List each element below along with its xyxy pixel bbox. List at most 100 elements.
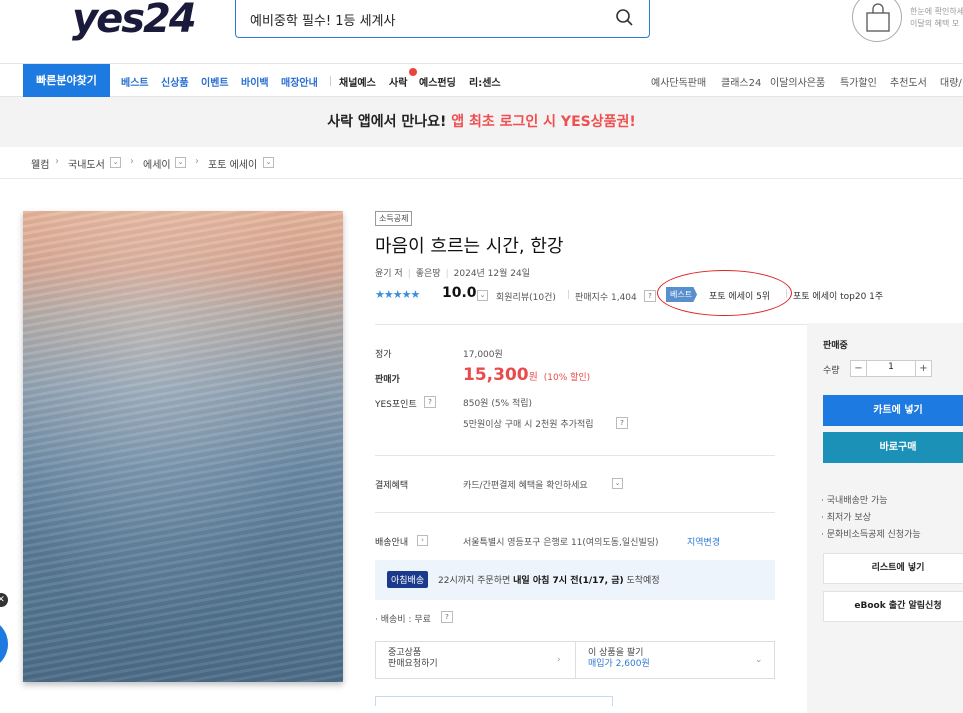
- purchase-panel: 판매중 수량 − 1 + 카트에 넣기 바로구매 · 국내배송만 가능 · 최저…: [807, 323, 963, 713]
- chevron-right-icon: ›: [130, 156, 134, 167]
- note-domestic: · 국내배송만 가능: [821, 496, 888, 506]
- nav-exclusive[interactable]: 예사단독판매: [651, 74, 706, 89]
- breadcrumb-photo-essay[interactable]: 포토 에세이: [208, 156, 257, 171]
- nav-store[interactable]: 매장안내: [281, 74, 318, 89]
- quantity-label: 수량: [823, 366, 840, 376]
- review-count[interactable]: 회원리뷰(10건): [496, 290, 556, 303]
- nav-bulk[interactable]: 대량/: [940, 74, 962, 89]
- pub-date: 2024년 12월 24일: [453, 269, 531, 279]
- help-icon[interactable]: ?: [644, 290, 656, 302]
- publisher-link[interactable]: 좋은땅: [416, 269, 441, 279]
- nav-funding[interactable]: 예스펀딩: [419, 74, 456, 89]
- search-box[interactable]: 예비중학 필수! 1등 세계사: [235, 0, 650, 38]
- divider: [375, 324, 807, 325]
- chevron-down-icon[interactable]: ⌄: [175, 157, 186, 168]
- product-title: 마음이 흐르는 시간, 한강: [375, 236, 564, 257]
- search-icon[interactable]: [615, 8, 635, 28]
- help-icon[interactable]: ?: [424, 396, 436, 408]
- chevron-down-icon[interactable]: ⌄: [612, 478, 623, 489]
- book-cover-image[interactable]: [23, 211, 343, 682]
- list-price: 17,000원: [463, 350, 503, 360]
- cart-promo: 한눈에 확인하세 이달의 혜택 모: [910, 7, 963, 28]
- used-sell-box: 중고상품 판매요청하기 › 이 상품을 팔기 매입가 2,600원 ⌄: [375, 641, 775, 679]
- nav-class24[interactable]: 클래스24: [721, 74, 761, 89]
- sale-price: 15,300원 (10% 할인): [463, 365, 591, 385]
- help-icon[interactable]: ?: [616, 417, 628, 429]
- plus-icon[interactable]: +: [915, 361, 931, 376]
- chevron-down-icon: ⌄: [755, 655, 763, 665]
- highlight-circle-annotation: [657, 270, 792, 316]
- cart-button[interactable]: [852, 0, 902, 42]
- chevron-right-icon[interactable]: ›: [417, 535, 428, 546]
- help-icon[interactable]: ?: [441, 611, 453, 623]
- breadcrumb-essay[interactable]: 에세이: [143, 156, 171, 171]
- shipping-address: 서울특별시 영등포구 은행로 11(여의도동,일신빌딩): [463, 538, 659, 548]
- shipping-fee: · 배송비 : 무료: [375, 615, 431, 625]
- morning-delivery-box: 아침배송 22시까지 주문하면 내일 아침 7시 전(1/17, 금) 도착예정: [375, 560, 775, 600]
- close-icon[interactable]: ✕: [0, 593, 8, 607]
- note-lowest-price: · 최저가 보상: [821, 513, 871, 523]
- quantity-stepper[interactable]: − 1 +: [850, 360, 932, 377]
- nav-new[interactable]: 신상품: [161, 74, 189, 89]
- chevron-right-icon: ›: [195, 156, 199, 167]
- tax-deduction-badge: 소득공제: [375, 211, 413, 226]
- add-to-list-button[interactable]: 리스트에 넣기: [823, 553, 963, 584]
- product-meta: 윤기 저 | 좋은땅 | 2024년 12월 24일: [375, 269, 531, 279]
- new-badge-icon: [409, 68, 417, 76]
- sell-item-button[interactable]: 이 상품을 팔기 매입가 2,600원: [588, 648, 650, 670]
- banner-highlight: 앱 최초 로그인 시 YES상품권!: [451, 114, 636, 130]
- chevron-down-icon[interactable]: ⌄: [263, 157, 274, 168]
- nav-event[interactable]: 이벤트: [201, 74, 229, 89]
- nav-recommend[interactable]: 추천도서: [890, 74, 927, 89]
- quick-category-button[interactable]: 빠른분야찾기: [23, 64, 110, 97]
- morning-delivery-text: 22시까지 주문하면 내일 아침 7시 전(1/17, 금) 도착예정: [438, 576, 660, 586]
- chevron-down-icon[interactable]: ⌄: [110, 157, 121, 168]
- nav-special[interactable]: 특가할인: [840, 74, 877, 89]
- floating-side-button[interactable]: [0, 618, 8, 670]
- divider: [575, 642, 576, 678]
- sales-index: 판매지수 1,404: [575, 293, 637, 303]
- ebook-alert-button[interactable]: eBook 출간 알림신청: [823, 591, 963, 622]
- rating-score: 10.0: [442, 285, 477, 301]
- sale-price-label: 판매가: [375, 375, 400, 385]
- points-extra: 5만원이상 구매 시 2천원 추가적립: [463, 420, 594, 430]
- nav-divider: [330, 76, 331, 86]
- quantity-input[interactable]: 1: [867, 362, 915, 372]
- banner-text: 사락 앱에서 만나요!: [327, 114, 452, 130]
- chevron-down-icon[interactable]: ⌄: [477, 290, 488, 301]
- chevron-right-icon: ›: [557, 655, 561, 665]
- nav-buyback[interactable]: 바이백: [241, 74, 269, 89]
- region-change-link[interactable]: 지역변경: [687, 535, 720, 548]
- add-to-cart-button[interactable]: 카트에 넣기: [823, 395, 963, 426]
- yes24-logo[interactable]: yes24: [72, 0, 197, 42]
- top20-rank[interactable]: 포토 에세이 top20 1주: [793, 289, 883, 302]
- divider: [375, 512, 775, 513]
- list-price-label: 정가: [375, 350, 392, 360]
- used-request-button[interactable]: 중고상품 판매요청하기: [388, 648, 438, 670]
- note-culture-deduction: · 문화비소득공제 신청가능: [821, 530, 921, 540]
- nav-sarak[interactable]: 사락: [389, 74, 407, 89]
- nav-channelyes[interactable]: 채널예스: [339, 74, 376, 89]
- global-nav: 빠른분야찾기 베스트 신상품 이벤트 바이백 매장안내 채널예스 사락 예스펀딩…: [0, 63, 963, 97]
- benefit-text[interactable]: 카드/간편결제 혜택을 확인하세요: [463, 478, 588, 491]
- author-link[interactable]: 윤기 저: [375, 269, 403, 279]
- rating-stars-icon: ★★★★★: [375, 288, 420, 301]
- chevron-right-icon: ›: [55, 156, 59, 167]
- breadcrumb-domestic[interactable]: 국내도서: [68, 156, 105, 171]
- sale-status: 판매중: [823, 341, 848, 351]
- points-value: 850원 (5% 적립): [463, 399, 533, 409]
- minus-icon[interactable]: −: [851, 361, 867, 376]
- nav-best[interactable]: 베스트: [121, 74, 149, 89]
- shipping-label: 배송안내: [375, 538, 409, 548]
- breadcrumb-home[interactable]: 웰컴: [31, 156, 49, 171]
- buy-now-button[interactable]: 바로구매: [823, 432, 963, 463]
- shopping-bag-icon: [866, 3, 890, 32]
- morning-delivery-badge: 아침배송: [387, 571, 429, 588]
- search-input[interactable]: 예비중학 필수! 1등 세계사: [250, 10, 395, 29]
- promo-banner[interactable]: 사락 앱에서 만나요! 앱 최초 로그인 시 YES상품권!: [0, 97, 963, 147]
- nav-license[interactable]: 리:센스: [469, 74, 501, 89]
- nav-gift[interactable]: 이달의사은품: [770, 74, 825, 89]
- divider: [375, 455, 775, 456]
- benefit-label: 결제혜택: [375, 481, 409, 491]
- divider: |: [567, 290, 571, 300]
